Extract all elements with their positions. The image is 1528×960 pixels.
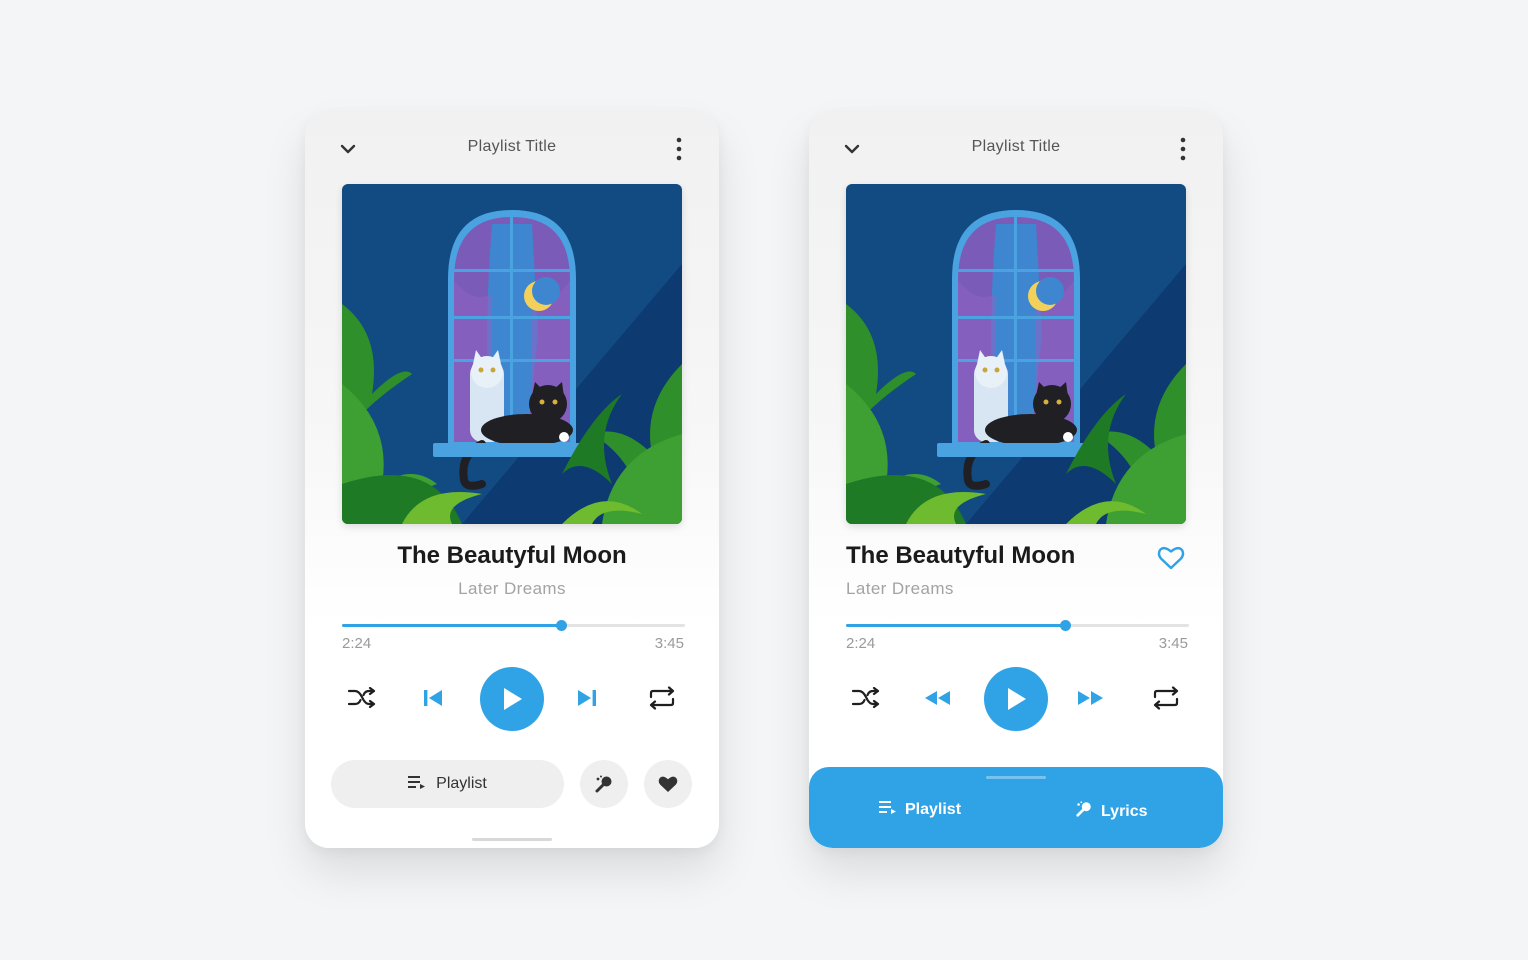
total-time: 3:45 xyxy=(1158,635,1188,652)
total-time: 3:45 xyxy=(654,635,684,652)
playlist-label: Playlist xyxy=(436,775,487,792)
play-button[interactable] xyxy=(984,667,1048,731)
play-icon xyxy=(504,688,522,710)
skip-previous-icon xyxy=(424,690,442,706)
artist-name: Later Dreams xyxy=(458,579,566,598)
lyrics-tab[interactable]: Lyrics xyxy=(1075,800,1148,823)
playlist-icon xyxy=(408,775,426,794)
more-vertical-icon[interactable] xyxy=(1179,137,1187,161)
artist-name: Later Dreams xyxy=(846,579,954,598)
elapsed-time: 2:24 xyxy=(846,635,876,652)
heart-outline-icon[interactable] xyxy=(1157,545,1185,571)
fast-forward-button[interactable] xyxy=(1075,684,1107,712)
song-title: The Beautyful Moon xyxy=(846,542,1076,569)
playlist-title: Playlist Title xyxy=(971,138,1061,155)
previous-button[interactable] xyxy=(417,684,449,712)
microphone-icon xyxy=(595,775,612,793)
playlist-icon xyxy=(879,800,897,819)
rewind-icon xyxy=(925,691,950,705)
progress-bar[interactable] xyxy=(342,620,685,631)
album-artwork xyxy=(846,184,1186,524)
bottom-action-bar: Playlist Lyrics xyxy=(809,767,1223,848)
repeat-button[interactable] xyxy=(1147,683,1185,713)
elapsed-time: 2:24 xyxy=(342,635,372,652)
player-card-bottom-bar: Playlist Title The Beautyful Moon Later … xyxy=(809,112,1223,848)
lyrics-button[interactable] xyxy=(580,760,628,808)
play-button[interactable] xyxy=(480,667,544,731)
playlist-label: Playlist xyxy=(905,800,962,818)
rewind-button[interactable] xyxy=(921,684,953,712)
playlist-title: Playlist Title xyxy=(467,138,557,155)
microphone-icon xyxy=(1075,800,1093,823)
shuffle-icon xyxy=(347,687,376,709)
progress-thumb[interactable] xyxy=(556,620,568,631)
next-button[interactable] xyxy=(571,684,603,712)
playlist-button[interactable]: Playlist xyxy=(331,760,564,808)
drag-handle[interactable] xyxy=(986,776,1046,779)
lyrics-label: Lyrics xyxy=(1101,802,1148,820)
heart-filled-icon xyxy=(658,776,678,792)
progress-thumb[interactable] xyxy=(1060,620,1072,631)
progress-bar[interactable] xyxy=(846,620,1189,631)
repeat-icon xyxy=(649,686,675,710)
shuffle-icon xyxy=(851,687,880,709)
progress-fill xyxy=(342,624,562,627)
skip-next-icon xyxy=(578,690,596,706)
play-icon xyxy=(1008,688,1026,710)
home-indicator xyxy=(472,838,552,841)
fast-forward-icon xyxy=(1078,691,1103,705)
shuffle-button[interactable] xyxy=(343,683,381,713)
repeat-button[interactable] xyxy=(643,683,681,713)
progress-fill xyxy=(846,624,1066,627)
favorite-button[interactable] xyxy=(644,760,692,808)
repeat-icon xyxy=(1153,686,1179,710)
song-title: The Beautyful Moon xyxy=(397,542,627,569)
player-card-pill: Playlist Title The Beautyful Moon Later … xyxy=(305,112,719,848)
shuffle-button[interactable] xyxy=(847,683,885,713)
playlist-tab[interactable]: Playlist xyxy=(879,800,961,819)
more-vertical-icon[interactable] xyxy=(675,137,683,161)
album-artwork xyxy=(342,184,682,524)
